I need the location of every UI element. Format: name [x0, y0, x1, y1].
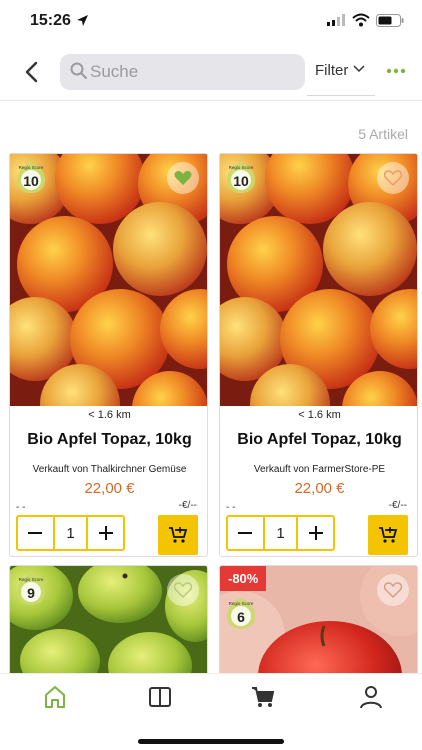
product-price: 22,00 €: [294, 480, 345, 497]
regio-score-badge: Regio Score 6: [224, 596, 258, 630]
base-price-left: - -: [16, 502, 26, 513]
add-to-cart-icon: [379, 527, 398, 543]
score-value: 9: [27, 585, 35, 601]
profile-icon[interactable]: [358, 684, 384, 710]
seller-label: Verkauft von Thalkirchner Gemüse: [32, 464, 187, 475]
plus-icon: [308, 526, 323, 540]
product-card[interactable]: -80% Regio Score 6: [219, 565, 418, 685]
minus-icon: [238, 532, 253, 534]
back-chevron-icon[interactable]: [20, 59, 44, 85]
filter-label: Filter: [315, 62, 349, 79]
quantity-value[interactable]: 1: [52, 517, 89, 549]
regio-score-badge: Regio Score 10: [224, 160, 258, 194]
favorite-button[interactable]: [377, 162, 409, 194]
product-card[interactable]: Regio Score 10 < 1.6 km Bio Apfel Topaz,…: [219, 153, 418, 557]
favorite-button[interactable]: [377, 574, 409, 606]
add-to-cart-button[interactable]: [158, 515, 198, 555]
home-icon[interactable]: [42, 684, 68, 710]
more-options-icon[interactable]: [386, 68, 406, 74]
result-count: 5 Artikel: [358, 126, 408, 142]
add-to-cart-icon: [169, 527, 188, 543]
quantity-stepper: 1: [226, 515, 335, 551]
regio-score-label: Regio Score: [229, 165, 254, 170]
heart-outline-icon: [384, 582, 402, 598]
plus-icon: [98, 526, 113, 540]
score-value: 10: [23, 173, 39, 189]
battery-icon: [376, 14, 404, 27]
quantity-stepper: 1: [16, 515, 125, 551]
product-card[interactable]: Regio Score 10 < 1.6 km Bio Apfel Topaz,…: [9, 153, 208, 557]
search-placeholder: Suche: [90, 62, 139, 81]
regio-score-label: Regio Score: [229, 601, 254, 606]
header-divider: [0, 100, 422, 101]
product-title[interactable]: Bio Apfel Topaz, 10kg: [220, 431, 417, 449]
decrease-quantity-button[interactable]: [18, 517, 53, 549]
chevron-down-icon: [353, 65, 365, 73]
product-title[interactable]: Bio Apfel Topaz, 10kg: [10, 431, 207, 449]
product-price: 22,00 €: [84, 480, 135, 497]
score-value: 10: [233, 173, 249, 189]
decrease-quantity-button[interactable]: [228, 517, 263, 549]
cart-icon[interactable]: [250, 684, 276, 710]
cellular-signal-icon: [327, 14, 345, 26]
catalog-icon[interactable]: [147, 684, 173, 710]
product-card[interactable]: Regio Score 9: [9, 565, 208, 685]
wifi-icon: [352, 13, 370, 27]
home-indicator: [138, 739, 284, 744]
discount-badge: -80%: [220, 566, 267, 591]
unit-price: -€/--: [178, 500, 197, 511]
score-value: 6: [237, 609, 245, 625]
minus-icon: [28, 532, 43, 534]
base-price-left: - -: [226, 502, 236, 513]
favorite-button[interactable]: [167, 162, 199, 194]
distance-label: < 1.6 km: [88, 409, 131, 421]
favorite-button[interactable]: [167, 574, 199, 606]
seller-label: Verkauft von FarmerStore-PE: [253, 464, 386, 475]
increase-quantity-button[interactable]: [88, 517, 123, 549]
regio-score-label: Regio Score: [19, 165, 44, 170]
increase-quantity-button[interactable]: [298, 517, 333, 549]
distance-label: < 1.6 km: [298, 409, 341, 421]
status-bar: 15:26: [0, 0, 422, 44]
status-time: 15:26: [30, 12, 71, 29]
filter-button[interactable]: Filter: [307, 50, 375, 96]
regio-score-badge: Regio Score 10: [14, 160, 48, 194]
top-navigation: Suche Filter: [0, 44, 422, 100]
unit-price: -€/--: [388, 500, 407, 511]
regio-score-badge: Regio Score 9: [14, 572, 48, 606]
heart-icon: [174, 171, 192, 185]
search-input[interactable]: Suche: [60, 54, 305, 90]
regio-score-label: Regio Score: [19, 577, 44, 582]
quantity-value[interactable]: 1: [262, 517, 299, 549]
location-arrow-icon: [77, 15, 88, 26]
heart-outline-icon: [384, 170, 402, 186]
add-to-cart-button[interactable]: [368, 515, 408, 555]
heart-outline-icon: [174, 582, 192, 598]
search-icon: [70, 62, 87, 79]
